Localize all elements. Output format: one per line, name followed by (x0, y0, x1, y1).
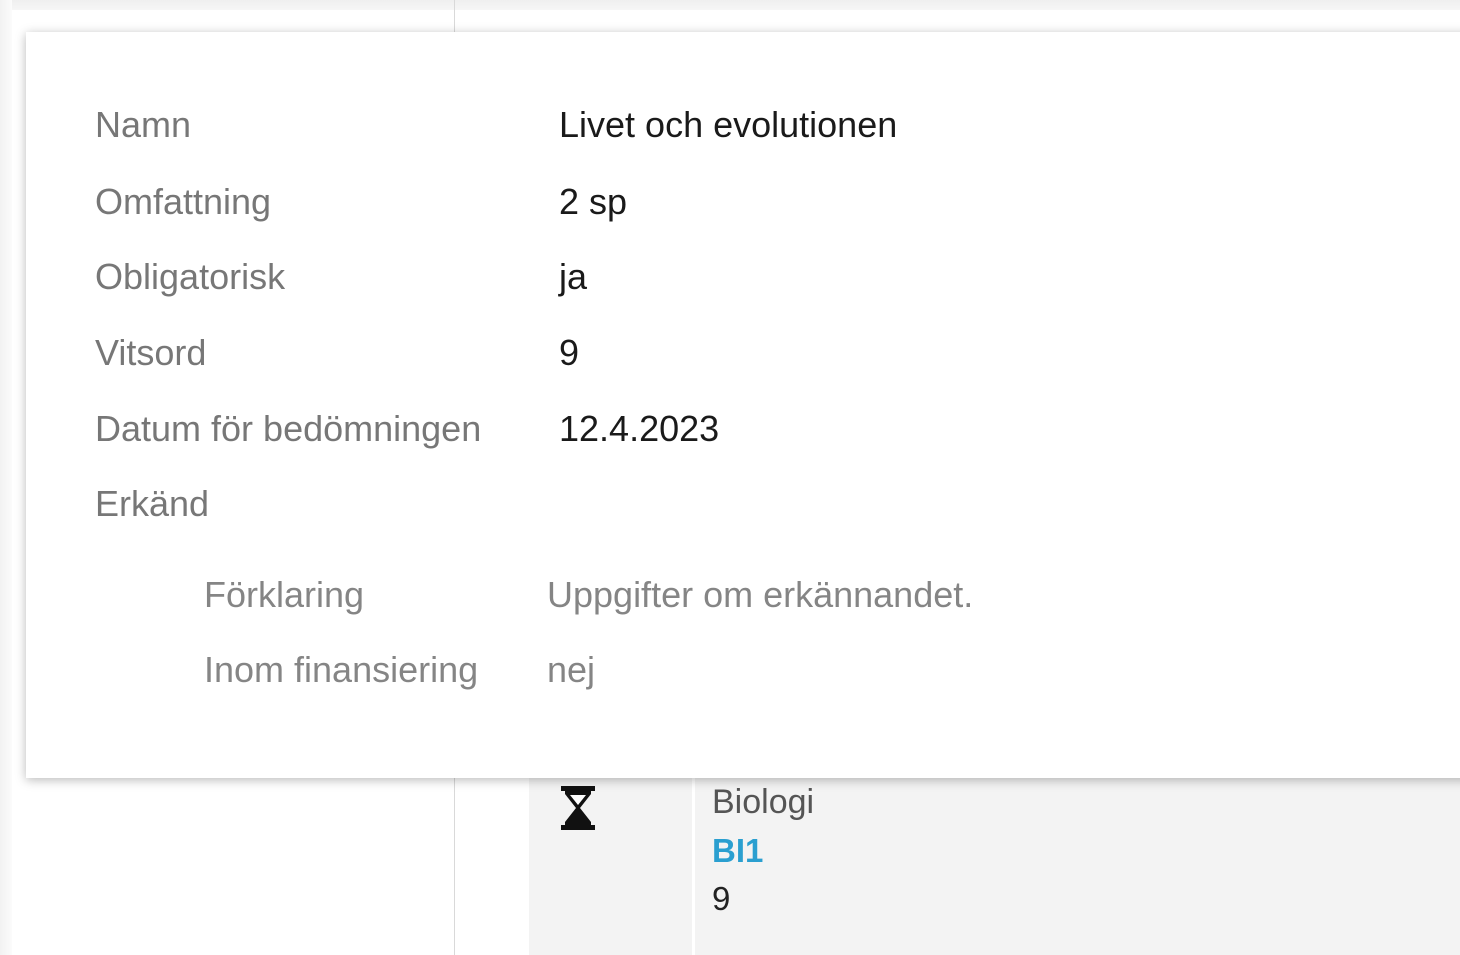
course-details-popup: Namn Livet och evolutionen Omfattning 2 … (26, 32, 1460, 778)
assessment-date-label: Datum för bedömningen (95, 408, 482, 449)
scope-value: 2 sp (559, 181, 628, 222)
course-grade: 9 (712, 880, 731, 917)
course-name[interactable]: Biologi (712, 780, 814, 824)
name-value: Livet och evolutionen (559, 104, 898, 145)
recognized-label: Erkänd (95, 483, 210, 524)
page: Biologi BI1 9 Namn Livet och evolutionen… (0, 0, 1460, 955)
grade-label: Vitsord (95, 332, 207, 373)
funding-value: nej (547, 649, 596, 690)
course-cell[interactable] (529, 760, 1460, 955)
explanation-label: Förklaring (204, 574, 365, 615)
mandatory-value: ja (559, 256, 588, 297)
course-code-link[interactable]: BI1 (712, 830, 763, 872)
top-shade (0, 0, 1460, 10)
left-panel-edge (0, 0, 12, 955)
hourglass-icon (561, 786, 595, 830)
mandatory-label: Obligatorisk (95, 256, 286, 297)
assessment-date-value: 12.4.2023 (559, 408, 720, 449)
explanation-value: Uppgifter om erkännandet. (547, 574, 974, 615)
scope-label: Omfattning (95, 181, 272, 222)
funding-label: Inom finansiering (204, 649, 479, 690)
grade-value: 9 (559, 332, 580, 373)
course-cell-divider (692, 760, 695, 955)
name-label: Namn (95, 104, 192, 145)
